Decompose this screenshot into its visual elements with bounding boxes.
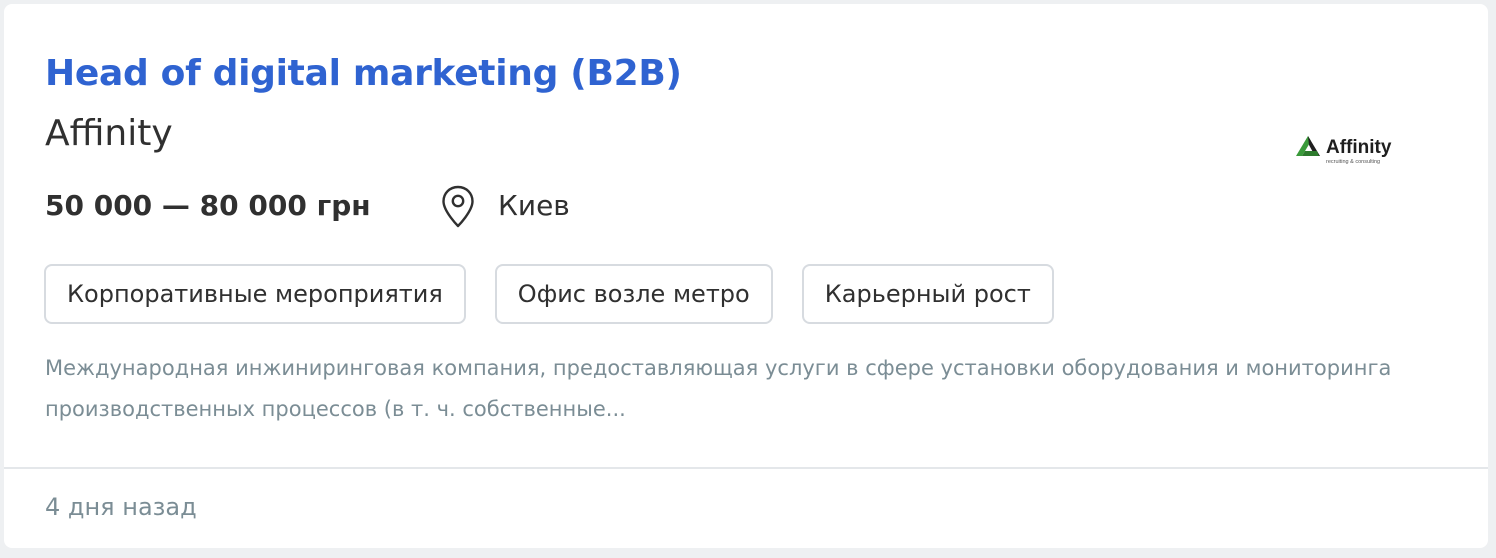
logo-wordmark: Affinity bbox=[1326, 137, 1392, 158]
location-pin-icon bbox=[442, 185, 474, 228]
location-city: Киев bbox=[498, 189, 570, 222]
logo-tagline: recruiting & consulting bbox=[1326, 159, 1380, 165]
posted-date: 4 дня назад bbox=[45, 493, 197, 521]
vacancy-description: Международная инжиниринговая компания, п… bbox=[45, 356, 1392, 421]
vacancy-card[interactable]: Head of digital marketing (B2B) Affinity… bbox=[4, 4, 1488, 548]
company-name: Affinity bbox=[45, 113, 173, 154]
tag-career-growth: Карьерный рост bbox=[801, 264, 1054, 324]
salary: 50 000 — 80 000 грн bbox=[45, 189, 371, 222]
company-logo: Affinity recruiting & consulting bbox=[1296, 136, 1392, 165]
logo-mark-base bbox=[1302, 151, 1319, 156]
vacancy-title-link[interactable]: Head of digital marketing (B2B) bbox=[45, 54, 682, 94]
tag-list: Корпоративные мероприятия Офис возле мет… bbox=[44, 264, 1054, 324]
tag-corporate-events: Корпоративные мероприятия bbox=[44, 264, 466, 324]
tag-office-near-metro: Офис возле метро bbox=[494, 264, 773, 324]
card-divider bbox=[4, 467, 1488, 469]
